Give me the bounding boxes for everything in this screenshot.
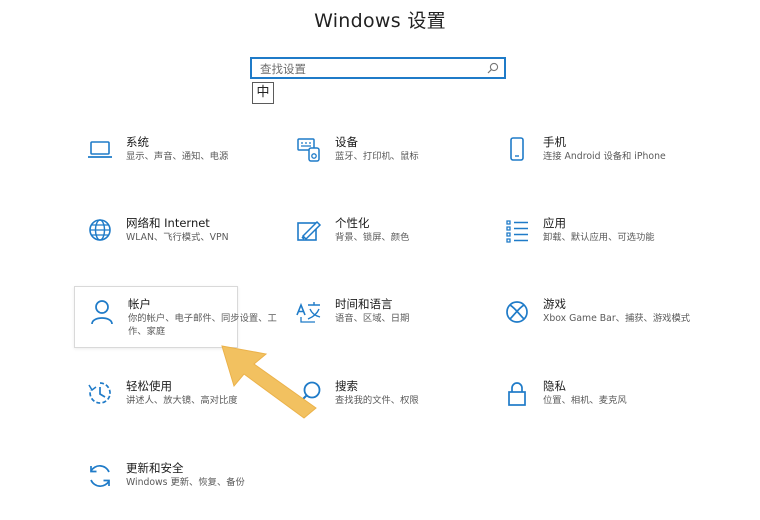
lock-icon: [503, 380, 531, 408]
tile-description: 连接 Android 设备和 iPhone: [543, 151, 666, 162]
tile-phone[interactable]: 手机 连接 Android 设备和 iPhone: [495, 134, 695, 194]
tile-description: 位置、相机、麦克风: [543, 395, 627, 406]
tile-label: 系统: [126, 135, 149, 149]
tile-apps[interactable]: 应用 卸载、默认应用、可选功能: [495, 215, 695, 275]
tile-description: 你的帐户、电子邮件、同步设置、工作、家庭: [128, 313, 277, 337]
tile-description: 蓝牙、打印机、鼠标: [335, 151, 419, 162]
tile-label: 设备: [335, 135, 358, 149]
search-placeholder: 查找设置: [260, 62, 306, 76]
annotation-arrow-icon: [221, 345, 317, 419]
tile-privacy[interactable]: 隐私 位置、相机、麦克风: [495, 378, 695, 438]
paint-icon: [295, 217, 323, 245]
apps-list-icon: [503, 217, 531, 245]
tile-system[interactable]: 系统 显示、声音、通知、电源: [78, 134, 278, 194]
tile-network[interactable]: 网络和 Internet WLAN、飞行模式、VPN: [78, 215, 278, 275]
tile-update-security[interactable]: 更新和安全 Windows 更新、恢复、备份: [78, 460, 278, 520]
update-icon: [86, 462, 114, 490]
tile-label: 手机: [543, 135, 566, 149]
tile-description: Xbox Game Bar、捕获、游戏模式: [543, 313, 691, 324]
devices-icon: [295, 136, 323, 164]
search-icon[interactable]: [487, 62, 499, 74]
search-input[interactable]: 查找设置: [250, 57, 506, 79]
tile-label: 更新和安全: [126, 461, 184, 475]
tile-description: 显示、声音、通知、电源: [126, 151, 229, 162]
tile-label: 隐私: [543, 379, 566, 393]
laptop-icon: [86, 136, 114, 164]
tile-description: 查找我的文件、权限: [335, 395, 419, 406]
tile-label: 搜索: [335, 379, 358, 393]
tile-description: Windows 更新、恢复、备份: [126, 477, 245, 488]
tile-description: 语音、区域、日期: [335, 313, 410, 324]
tile-label: 个性化: [335, 216, 370, 230]
phone-icon: [503, 136, 531, 164]
xbox-icon: [503, 298, 531, 326]
time-language-icon: [295, 298, 323, 326]
window-title: Windows 设置: [314, 10, 446, 32]
person-icon: [88, 298, 116, 326]
tile-devices[interactable]: 设备 蓝牙、打印机、鼠标: [287, 134, 487, 194]
tile-gaming[interactable]: 游戏 Xbox Game Bar、捕获、游戏模式: [495, 296, 695, 356]
tile-description: 背景、锁屏、颜色: [335, 232, 410, 243]
tile-description: 卸载、默认应用、可选功能: [543, 232, 655, 243]
ime-indicator[interactable]: 中: [252, 82, 274, 104]
globe-icon: [86, 217, 114, 245]
tile-label: 帐户: [128, 297, 151, 311]
tile-label: 网络和 Internet: [126, 216, 210, 230]
tile-label: 游戏: [543, 297, 566, 311]
tile-personalization[interactable]: 个性化 背景、锁屏、颜色: [287, 215, 487, 275]
ease-of-access-icon: [86, 380, 114, 408]
tile-label: 时间和语言: [335, 297, 393, 311]
tile-label: 轻松使用: [126, 379, 172, 393]
tile-description: WLAN、飞行模式、VPN: [126, 232, 229, 243]
tile-label: 应用: [543, 216, 566, 230]
